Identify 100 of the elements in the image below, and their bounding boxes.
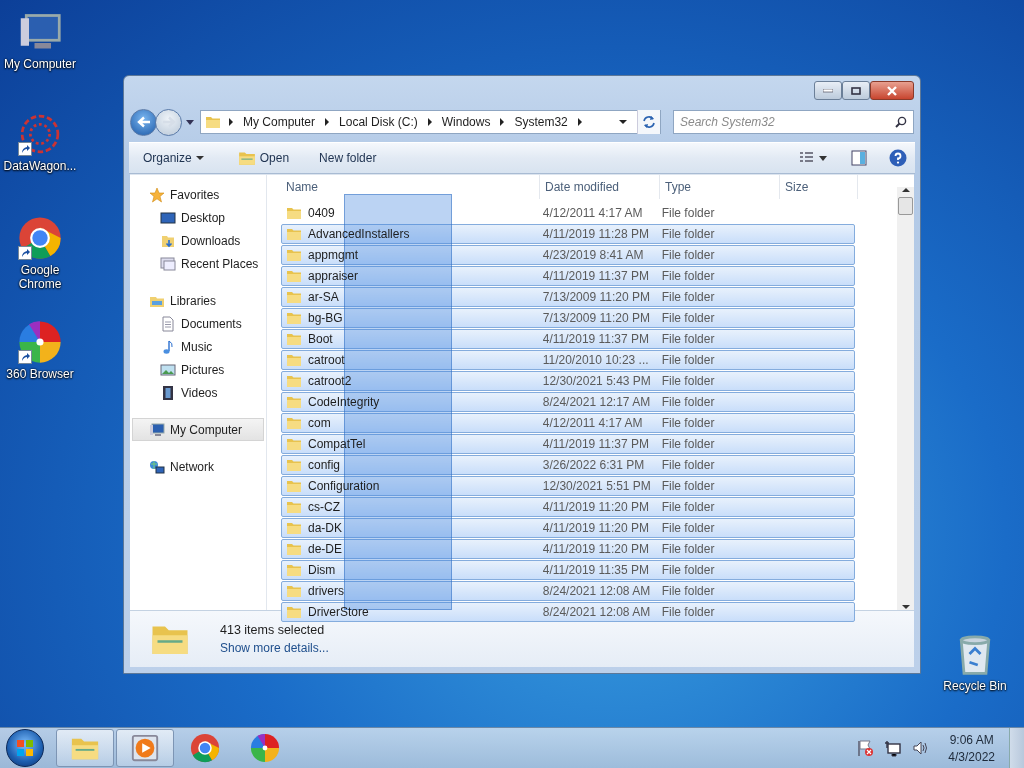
file-row[interactable]: ar-SA 7/13/2009 11:20 PM File folder <box>281 287 855 307</box>
scroll-up-arrow-icon[interactable] <box>901 187 910 193</box>
scrollbar[interactable] <box>897 187 914 610</box>
file-type: File folder <box>661 248 715 262</box>
file-name: de-DE <box>308 542 342 556</box>
nav-item[interactable]: Favorites <box>130 183 266 206</box>
recent-places-icon <box>160 255 176 272</box>
selection-summary: 413 items selected <box>220 623 326 637</box>
desktop-icon-label[interactable]: Recycle Bin <box>943 679 1007 693</box>
date-modified: 4/11/2019 11:28 PM <box>542 227 650 241</box>
file-name: appmgmt <box>308 248 359 262</box>
file-row[interactable]: drivers 8/24/2021 12:08 AM File folder <box>281 581 855 601</box>
file-name: Dism <box>308 563 336 577</box>
breadcrumb-arrow-icon[interactable] <box>325 118 330 126</box>
file-row[interactable]: appmgmt 4/23/2019 8:41 AM File folder <box>281 245 855 265</box>
search-field[interactable]: Search System32 <box>673 110 914 134</box>
minimize-button[interactable] <box>814 81 842 100</box>
file-row[interactable]: appraiser 4/11/2019 11:37 PM File folder <box>281 266 855 286</box>
forward-button[interactable] <box>155 108 182 136</box>
file-name: DriverStore <box>308 605 369 619</box>
file-name: catroot2 <box>308 374 352 388</box>
nav-item[interactable]: Libraries <box>130 289 266 312</box>
nav-item[interactable]: Documents <box>130 312 266 335</box>
column-header[interactable]: Size <box>780 175 858 199</box>
taskbar-button[interactable] <box>116 729 174 767</box>
close-button[interactable] <box>870 81 914 100</box>
nav-item[interactable]: Desktop <box>130 206 266 229</box>
breadcrumb[interactable]: System32 <box>512 115 570 129</box>
folder-icon <box>286 352 302 368</box>
file-row[interactable]: bg-BG 7/13/2009 11:20 PM File folder <box>281 308 855 328</box>
file-row[interactable]: da-DK 4/11/2019 11:20 PM File folder <box>281 518 855 538</box>
column-header[interactable]: Type <box>660 175 780 199</box>
address-bar[interactable]: My Computer Local Disk (C:) Windows System32 <box>200 110 661 134</box>
refresh-icon[interactable] <box>637 110 660 134</box>
help-icon[interactable] <box>889 149 907 167</box>
taskbar-button[interactable] <box>56 729 114 767</box>
breadcrumb[interactable]: My Computer <box>241 115 318 129</box>
history-dropdown-icon[interactable] <box>186 118 194 126</box>
file-row[interactable]: de-DE 4/11/2019 11:20 PM File folder <box>281 539 855 559</box>
folder-icon <box>286 436 302 452</box>
file-row[interactable]: Boot 4/11/2019 11:37 PM File folder <box>281 329 855 349</box>
file-row[interactable]: Dism 4/11/2019 11:35 PM File folder <box>281 560 855 580</box>
breadcrumb-arrow-icon[interactable] <box>577 118 582 126</box>
desktop-icon-label[interactable]: My Computer <box>4 57 76 71</box>
nav-item[interactable]: Recent Places <box>130 252 266 275</box>
file-row[interactable]: AdvancedInstallers 4/11/2019 11:28 PM File folder <box>281 224 855 244</box>
file-row[interactable]: CodeIntegrity 8/24/2021 12:17 AM File folder <box>281 392 855 412</box>
file-row[interactable]: config 3/26/2022 6:31 PM File folder <box>281 455 855 475</box>
desktop-icon-label[interactable]: DataWagon... <box>3 159 77 173</box>
desktop-icon-label[interactable]: Google Chrome <box>0 263 80 291</box>
maximize-button[interactable] <box>842 81 870 100</box>
caret-icon[interactable] <box>619 120 627 124</box>
nav-item[interactable]: My Computer <box>132 418 264 441</box>
file-name: cs-CZ <box>308 500 340 514</box>
file-row[interactable]: CompatTel 4/11/2019 11:37 PM File folder <box>281 434 855 454</box>
folder-icon <box>286 331 302 347</box>
nav-item[interactable]: Pictures <box>130 358 266 381</box>
organize-button[interactable]: Organize <box>137 147 210 169</box>
nav-item[interactable]: Network <box>130 455 266 478</box>
file-row[interactable]: catroot 11/20/2010 10:23 ... File folder <box>281 350 855 370</box>
breadcrumb[interactable]: Windows <box>439 115 493 129</box>
start-button[interactable] <box>6 729 44 767</box>
date-modified: 4/12/2011 4:17 AM <box>542 206 643 220</box>
file-type: File folder <box>661 353 715 367</box>
view-options-icon[interactable] <box>799 151 827 165</box>
network-status-icon[interactable] <box>884 739 903 757</box>
nav-item[interactable]: Videos <box>130 381 266 404</box>
clock-date[interactable]: 4/3/2022 <box>948 749 995 764</box>
file-row[interactable]: DriverStore 8/24/2021 12:08 AM File folder <box>281 602 855 622</box>
file-type: File folder <box>661 374 715 388</box>
breadcrumb-arrow-icon[interactable] <box>229 118 233 126</box>
show-more-details-link[interactable]: Show more details... <box>220 641 329 655</box>
breadcrumb-arrow-icon[interactable] <box>427 118 432 126</box>
back-button[interactable] <box>130 108 157 136</box>
file-name: drivers <box>308 584 344 598</box>
desktop-icon-label[interactable]: 360 Browser <box>6 367 74 381</box>
nav-item[interactable]: Downloads <box>130 229 266 252</box>
folder-icon <box>286 499 302 515</box>
file-row[interactable]: catroot2 12/30/2021 5:43 PM File folder <box>281 371 855 391</box>
nav-item[interactable]: Music <box>130 335 266 358</box>
file-type: File folder <box>661 500 715 514</box>
preview-pane-icon[interactable] <box>851 150 867 166</box>
folder-icon <box>286 457 302 473</box>
file-row[interactable]: Configuration 12/30/2021 5:51 PM File folder <box>281 476 855 496</box>
action-center-flag-icon[interactable] <box>856 739 875 757</box>
file-row[interactable]: 0409 4/12/2011 4:17 AM File folder <box>281 203 855 223</box>
scroll-down-arrow-icon[interactable] <box>901 604 910 610</box>
date-modified: 4/11/2019 11:37 PM <box>542 269 650 283</box>
column-header[interactable]: Name <box>281 175 540 199</box>
column-header[interactable]: Date modified <box>540 175 660 199</box>
breadcrumb-arrow-icon[interactable] <box>500 118 505 126</box>
new-folder-button[interactable]: New folder <box>313 147 383 169</box>
folder-icon <box>286 247 302 263</box>
search-icon[interactable] <box>895 116 907 128</box>
scrollbar-thumb[interactable] <box>898 197 913 215</box>
file-row[interactable]: com 4/12/2011 4:17 AM File folder <box>281 413 855 433</box>
file-row[interactable]: cs-CZ 4/11/2019 11:20 PM File folder <box>281 497 855 517</box>
open-button[interactable]: Open <box>231 145 296 171</box>
clock-time[interactable]: 9:06 AM <box>949 732 994 747</box>
breadcrumb[interactable]: Local Disk (C:) <box>337 115 420 129</box>
